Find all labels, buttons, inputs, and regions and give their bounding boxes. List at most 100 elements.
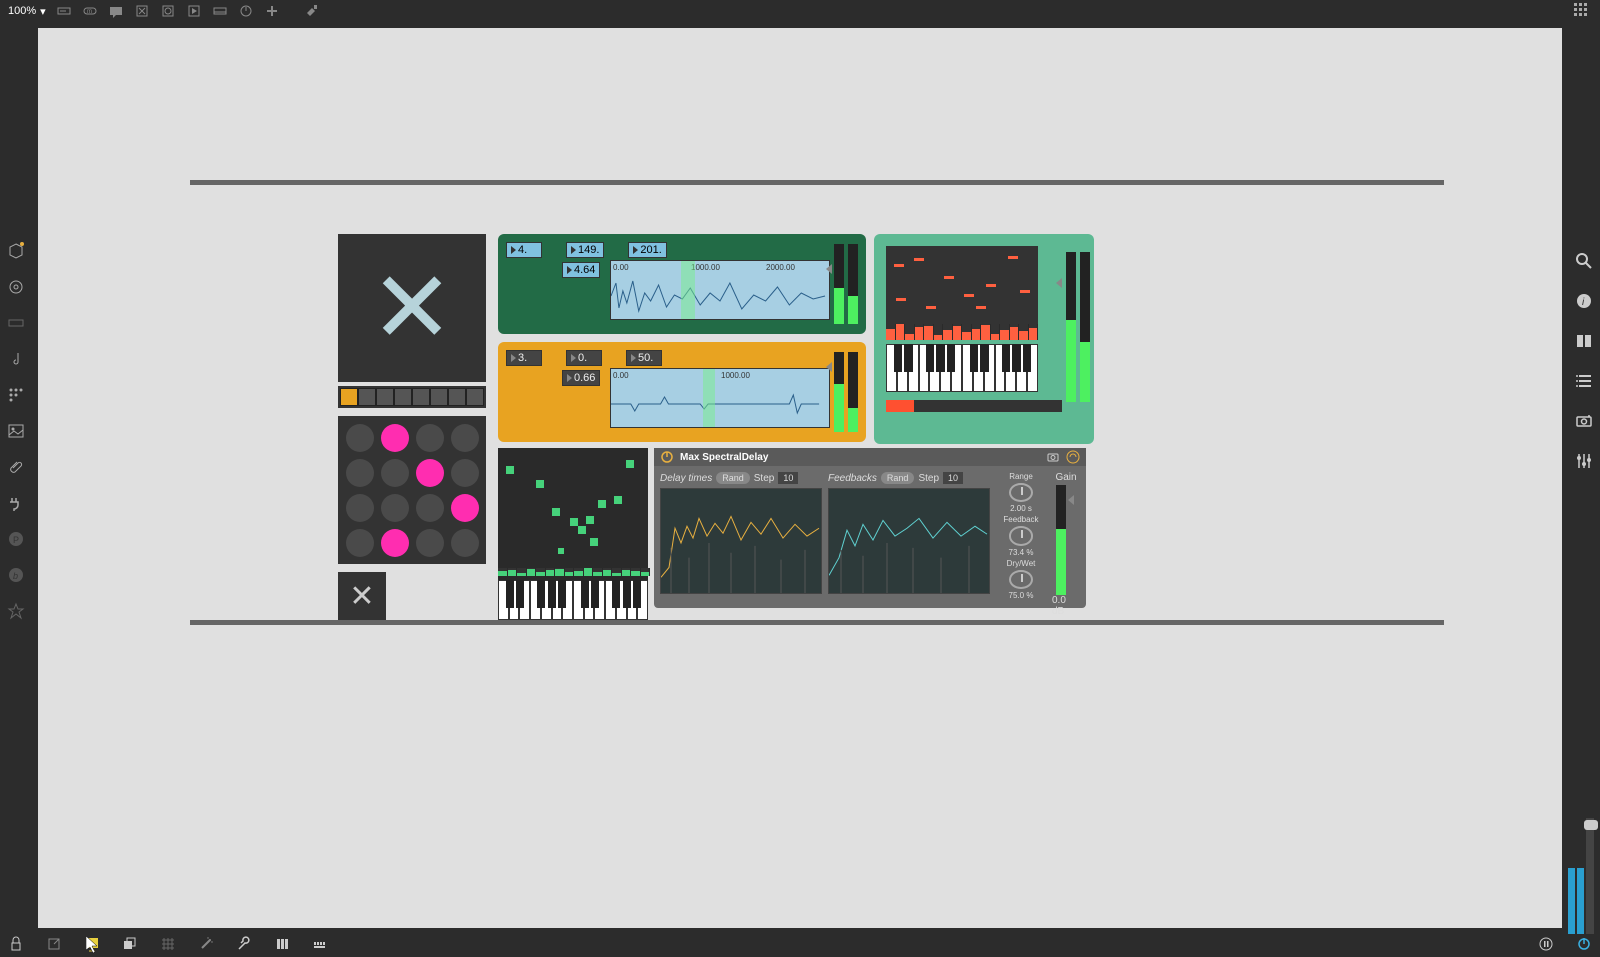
plug-icon[interactable] xyxy=(7,494,25,512)
wrench-icon[interactable] xyxy=(236,936,252,952)
grid-menu-icon[interactable] xyxy=(1572,1,1592,21)
feedback-spectrum-display[interactable] xyxy=(828,488,990,594)
palette-cell-1[interactable] xyxy=(358,388,376,406)
dot[interactable] xyxy=(381,494,409,522)
range-knob[interactable] xyxy=(1009,483,1033,502)
layers-icon[interactable] xyxy=(122,936,138,952)
keyboard-outline-icon[interactable] xyxy=(7,314,25,332)
image-icon[interactable] xyxy=(7,422,25,440)
dots-grid-icon[interactable] xyxy=(7,386,25,404)
waveform-selection[interactable] xyxy=(703,369,715,427)
progress-bar[interactable] xyxy=(886,400,1062,412)
package-icon[interactable] xyxy=(7,242,25,260)
object-icon[interactable] xyxy=(56,3,72,19)
float-icon[interactable] xyxy=(212,3,228,19)
palette-cell-0[interactable] xyxy=(340,388,358,406)
message-icon[interactable]: m xyxy=(82,3,98,19)
toggle-x-icon[interactable] xyxy=(134,3,150,19)
info-icon[interactable]: i xyxy=(1575,292,1593,310)
p-circle-icon[interactable]: P xyxy=(7,530,25,548)
numbox-3[interactable]: 201. xyxy=(628,242,666,258)
dot[interactable] xyxy=(451,424,479,452)
toggle-x-module[interactable]: ✕ xyxy=(338,234,486,382)
dot[interactable] xyxy=(451,459,479,487)
dot[interactable] xyxy=(416,424,444,452)
palette-cell-2[interactable] xyxy=(376,388,394,406)
new-window-icon[interactable] xyxy=(46,936,62,952)
dot[interactable] xyxy=(381,424,409,452)
paperclip-icon[interactable] xyxy=(7,458,25,476)
pause-icon[interactable] xyxy=(1538,936,1554,952)
wand-icon[interactable] xyxy=(198,936,214,952)
drywet-knob[interactable] xyxy=(1009,570,1033,589)
slider-arrow-icon[interactable] xyxy=(1068,495,1074,505)
sliders-icon[interactable] xyxy=(1575,452,1593,470)
power-icon[interactable] xyxy=(660,450,674,464)
snapshot-camera-icon[interactable] xyxy=(1575,412,1593,430)
dot[interactable] xyxy=(451,529,479,557)
palette-cell-6[interactable] xyxy=(448,388,466,406)
piano-keyboard[interactable] xyxy=(498,580,648,620)
snapshot-icon[interactable] xyxy=(1046,450,1060,464)
numbox-2[interactable]: 149. xyxy=(566,242,604,258)
target-icon[interactable] xyxy=(7,278,25,296)
presentation-icon[interactable] xyxy=(84,936,100,952)
palette-strip[interactable] xyxy=(338,386,486,408)
numbox-4[interactable]: 4.64 xyxy=(562,262,600,278)
small-toggle-x[interactable]: ✕ xyxy=(338,572,386,620)
bars-icon[interactable] xyxy=(274,936,290,952)
numbox-1[interactable]: 4. xyxy=(506,242,542,258)
waveform-display[interactable]: 0.00 1000.00 2000.00 xyxy=(610,260,830,320)
dial-clock-icon[interactable] xyxy=(238,3,254,19)
dot[interactable] xyxy=(451,494,479,522)
feedback-knob[interactable] xyxy=(1009,526,1033,545)
waveform-display[interactable]: 0.00 1000.00 xyxy=(610,368,830,428)
slider-thumb[interactable] xyxy=(1584,820,1598,830)
columns-icon[interactable] xyxy=(1575,332,1593,350)
zoom-dropdown[interactable]: 100% ▾ xyxy=(8,5,46,18)
keyboard-icon[interactable] xyxy=(312,936,328,952)
dot[interactable] xyxy=(346,494,374,522)
step-value[interactable]: 10 xyxy=(778,472,798,484)
bang-icon[interactable] xyxy=(160,3,176,19)
step-value[interactable]: 10 xyxy=(943,472,963,484)
slider-arrow-icon[interactable] xyxy=(826,264,832,274)
dot[interactable] xyxy=(381,529,409,557)
velocity-bar[interactable] xyxy=(886,324,1038,340)
rand-button[interactable]: Rand xyxy=(881,472,915,484)
add-icon[interactable] xyxy=(264,3,280,19)
numbox-4[interactable]: 0.66 xyxy=(562,370,600,386)
number-play-icon[interactable] xyxy=(186,3,202,19)
numbox-3[interactable]: 50. xyxy=(626,350,662,366)
delay-spectrum-display[interactable] xyxy=(660,488,822,594)
dot[interactable] xyxy=(381,459,409,487)
star-icon[interactable] xyxy=(7,602,25,620)
step-velocity-bar[interactable] xyxy=(498,568,650,576)
dot[interactable] xyxy=(346,459,374,487)
patcher-canvas[interactable]: ✕ ✕ 4. 149. 201. xyxy=(38,28,1562,928)
dot[interactable] xyxy=(346,529,374,557)
note-grid[interactable] xyxy=(886,246,1038,324)
dot[interactable] xyxy=(416,459,444,487)
step-grid[interactable] xyxy=(498,448,648,568)
slider-arrow-icon[interactable] xyxy=(1056,278,1062,288)
b-circle-icon[interactable]: b xyxy=(7,566,25,584)
step-dot-grid[interactable] xyxy=(338,416,486,564)
dot[interactable] xyxy=(346,424,374,452)
palette-cell-5[interactable] xyxy=(430,388,448,406)
numbox-1[interactable]: 3. xyxy=(506,350,542,366)
output-volume-slider[interactable] xyxy=(1586,818,1594,948)
note-icon[interactable] xyxy=(7,350,25,368)
search-icon[interactable] xyxy=(1575,252,1593,270)
grid-snap-icon[interactable] xyxy=(160,936,176,952)
palette-cell-3[interactable] xyxy=(394,388,412,406)
comment-icon[interactable] xyxy=(108,3,124,19)
dot[interactable] xyxy=(416,529,444,557)
rand-button[interactable]: Rand xyxy=(716,472,750,484)
slider-arrow-icon[interactable] xyxy=(826,362,832,372)
numbox-2[interactable]: 0. xyxy=(566,350,602,366)
paint-icon[interactable] xyxy=(304,3,320,19)
list-icon[interactable] xyxy=(1575,372,1593,390)
power-icon[interactable] xyxy=(1576,936,1592,952)
piano-keyboard[interactable] xyxy=(886,344,1038,392)
